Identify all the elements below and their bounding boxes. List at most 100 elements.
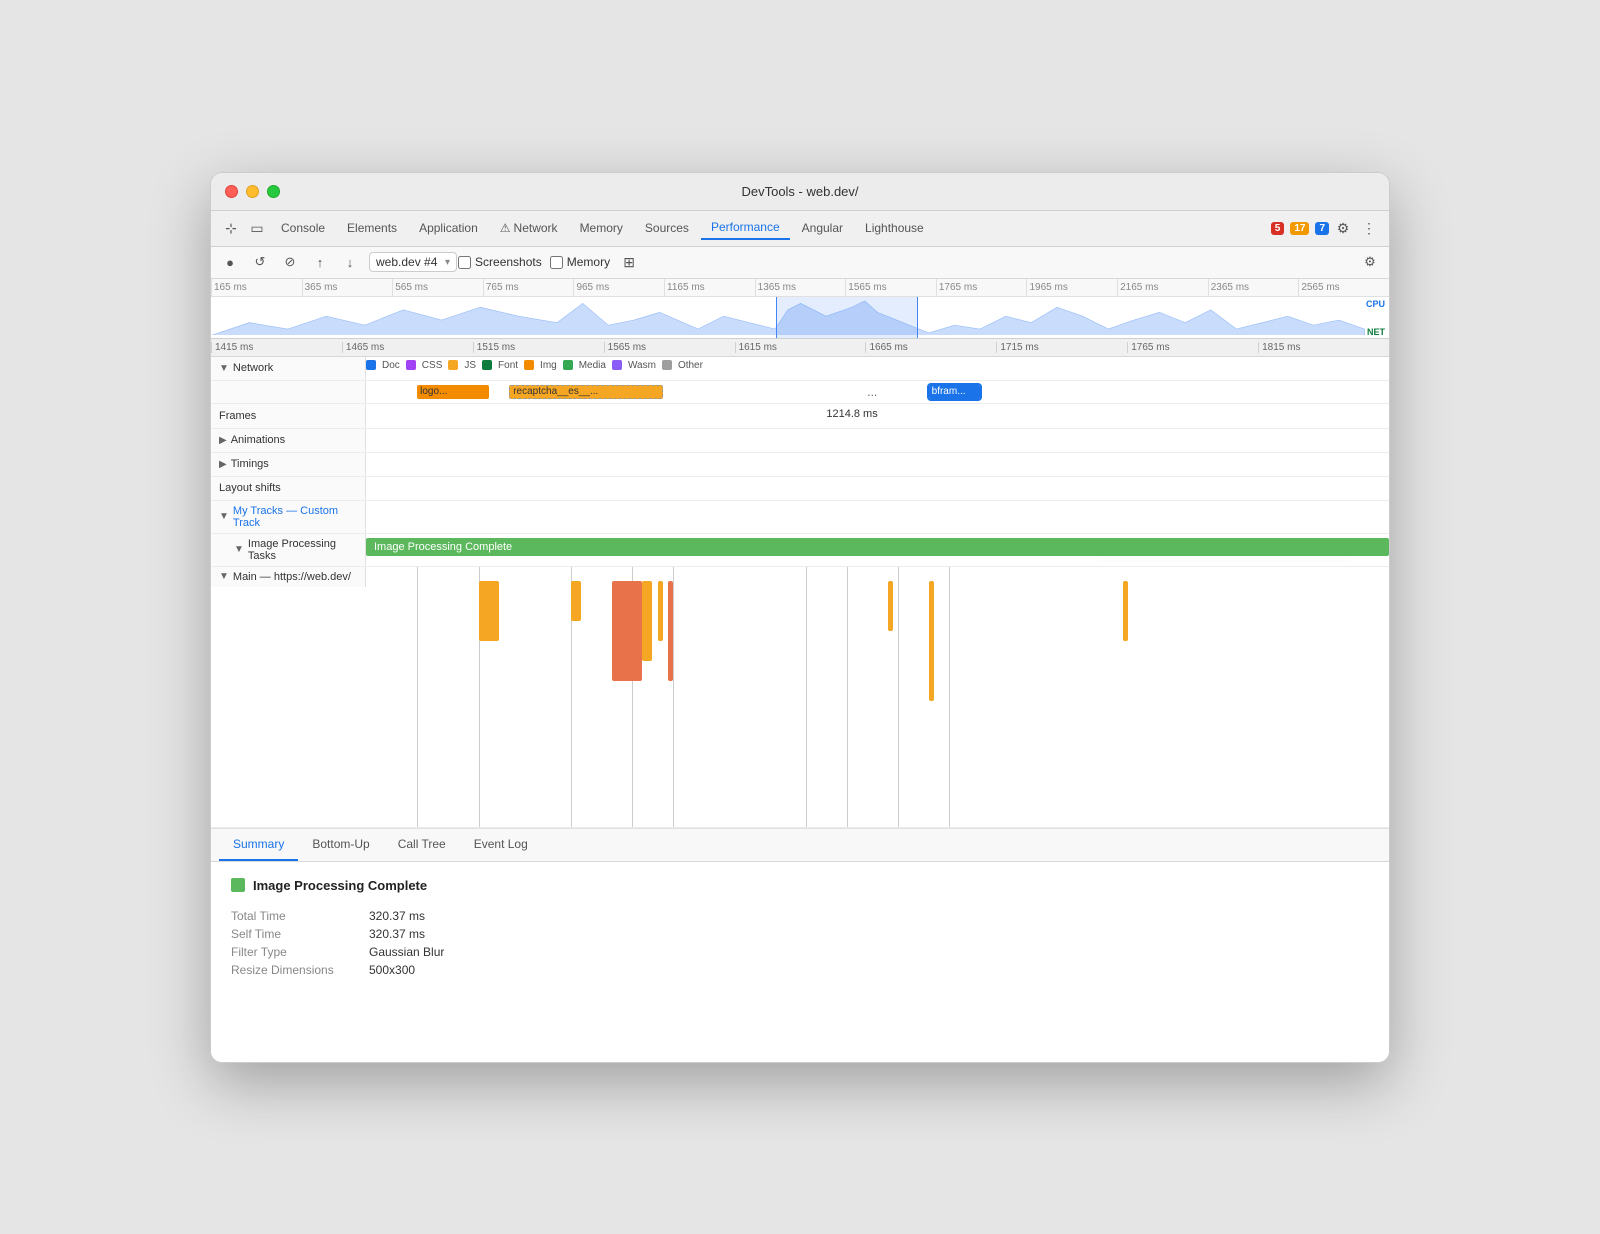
tab-call-tree[interactable]: Call Tree: [384, 829, 460, 861]
detail-mark-1815: 1815 ms: [1258, 342, 1389, 353]
mark-765: 765 ms: [483, 279, 574, 297]
clear-button[interactable]: ⊘: [279, 251, 301, 273]
frames-track-row: Frames 1214.8 ms: [211, 404, 1389, 429]
animations-expand-icon[interactable]: ▶: [219, 435, 227, 446]
legend-doc-label: Doc: [382, 360, 400, 371]
detail-mark-1515: 1515 ms: [473, 342, 604, 353]
resize-key: Resize Dimensions: [231, 963, 361, 977]
tab-elements[interactable]: Elements: [337, 217, 407, 239]
legend-css-label: CSS: [422, 360, 443, 371]
img-processing-text: Image Processing Tasks: [248, 538, 357, 562]
timeline-overview[interactable]: 165 ms 365 ms 565 ms 765 ms 965 ms 1165 …: [211, 279, 1389, 339]
animations-text: Animations: [231, 434, 285, 446]
mark-2565: 2565 ms: [1298, 279, 1389, 297]
legend-other-dot: [662, 360, 672, 370]
summary-color-box: [231, 878, 245, 892]
tab-memory[interactable]: Memory: [570, 217, 633, 239]
detail-mark-1565: 1565 ms: [604, 342, 735, 353]
total-time-val: 320.37 ms: [369, 909, 1369, 923]
vline-9: [949, 567, 950, 827]
tab-summary[interactable]: Summary: [219, 829, 298, 861]
legend-media-dot: [563, 360, 573, 370]
minimize-button[interactable]: [246, 185, 259, 198]
tab-console[interactable]: Console: [271, 217, 335, 239]
inspect-icon[interactable]: ⊹: [219, 216, 243, 240]
bottom-tabs: Summary Bottom-Up Call Tree Event Log: [211, 829, 1389, 862]
tab-network[interactable]: ⚠ Network: [490, 217, 568, 239]
more-icon[interactable]: ⋮: [1357, 216, 1381, 240]
capture-settings-icon[interactable]: ⊞: [618, 251, 640, 273]
tab-event-log[interactable]: Event Log: [460, 829, 542, 861]
frames-time-marker: 1214.8 ms: [826, 408, 877, 420]
network-track-label: ▼ Network: [211, 357, 366, 380]
tab-application[interactable]: Application: [409, 217, 488, 239]
network-warn-icon: ⚠: [500, 221, 511, 235]
main-thread-expand-icon[interactable]: ▼: [219, 571, 229, 582]
timings-label: ▶ Timings: [211, 453, 366, 476]
device-icon[interactable]: ▭: [245, 216, 269, 240]
overview-bars: CPU NET: [211, 297, 1389, 339]
recaptcha-bar[interactable]: recaptcha__es__...: [509, 385, 662, 399]
network-legend: Doc CSS JS Font Img Media Wasm: [366, 360, 1389, 371]
summary-panel: Image Processing Complete Total Time 320…: [211, 862, 1389, 1062]
img-task-bar[interactable]: Image Processing Complete: [366, 538, 1389, 556]
more-indicator: ...: [867, 385, 877, 399]
info-badge[interactable]: 7: [1315, 222, 1329, 235]
profile-select[interactable]: web.dev #4: [369, 252, 457, 272]
custom-track-expand-icon[interactable]: ▼: [219, 511, 229, 522]
warn-badge[interactable]: 17: [1290, 222, 1309, 235]
memory-checkbox[interactable]: [550, 256, 563, 269]
img-processing-content: Image Processing Complete 320.37 ms Imag…: [366, 534, 1389, 562]
performance-main: 165 ms 365 ms 565 ms 765 ms 965 ms 1165 …: [211, 279, 1389, 1062]
task-bar-6: [668, 581, 673, 681]
legend-font-label: Font: [498, 360, 518, 371]
main-thread-content: [366, 567, 1389, 827]
vline-7: [847, 567, 848, 827]
filter-type-val: Gaussian Blur: [369, 945, 1369, 959]
tab-performance[interactable]: Performance: [701, 216, 790, 240]
detail-mark-1465: 1465 ms: [342, 342, 473, 353]
frames-content: 1214.8 ms: [366, 404, 1389, 428]
task-bar-8: [929, 581, 934, 701]
detail-mark-1765: 1765 ms: [1127, 342, 1258, 353]
reload-button[interactable]: ↺: [249, 251, 271, 273]
summary-title-text: Image Processing Complete: [253, 878, 427, 893]
memory-checkbox-wrap: Memory: [550, 255, 610, 269]
perf-settings-icon[interactable]: ⚙: [1359, 251, 1381, 273]
tab-sources[interactable]: Sources: [635, 217, 699, 239]
network-expand-icon[interactable]: ▼: [219, 363, 229, 374]
timings-expand-icon[interactable]: ▶: [219, 459, 227, 470]
download-button[interactable]: ↓: [339, 251, 361, 273]
timings-content: [366, 453, 1389, 476]
total-time-key: Total Time: [231, 909, 361, 923]
main-toolbar: ⊹ ▭ Console Elements Application ⚠ Netwo…: [211, 211, 1389, 247]
legend-wasm-label: Wasm: [628, 360, 656, 371]
tab-angular[interactable]: Angular: [792, 217, 853, 239]
self-time-key: Self Time: [231, 927, 361, 941]
detail-ruler-marks: 1415 ms 1465 ms 1515 ms 1565 ms 1615 ms …: [211, 342, 1389, 353]
bfram-bar[interactable]: bfram...: [929, 385, 980, 399]
timeline-selection[interactable]: [776, 297, 917, 339]
mark-2165: 2165 ms: [1117, 279, 1208, 297]
screenshots-checkbox[interactable]: [458, 256, 471, 269]
tab-bottom-up[interactable]: Bottom-Up: [298, 829, 383, 861]
network-bars-row: logo... recaptcha__es__... bfram... ...: [211, 381, 1389, 404]
task-bar-9: [1123, 581, 1128, 641]
task-bar-5: [658, 581, 663, 641]
img-processing-expand-icon[interactable]: ▼: [234, 544, 244, 555]
layout-shifts-track-row: Layout shifts: [211, 477, 1389, 501]
maximize-button[interactable]: [267, 185, 280, 198]
network-bars-label: [211, 381, 366, 403]
tab-lighthouse[interactable]: Lighthouse: [855, 217, 934, 239]
task-bar-3: [612, 581, 643, 681]
settings-icon[interactable]: ⚙: [1331, 216, 1355, 240]
summary-table: Total Time 320.37 ms Self Time 320.37 ms…: [231, 909, 1369, 977]
logo-bar[interactable]: logo...: [417, 385, 489, 399]
error-badge[interactable]: 5: [1271, 222, 1285, 235]
close-button[interactable]: [225, 185, 238, 198]
upload-button[interactable]: ↑: [309, 251, 331, 273]
cpu-label: CPU: [1366, 299, 1385, 309]
record-button[interactable]: ●: [219, 251, 241, 273]
frames-text: Frames: [219, 410, 256, 422]
vline-5: [673, 567, 674, 827]
